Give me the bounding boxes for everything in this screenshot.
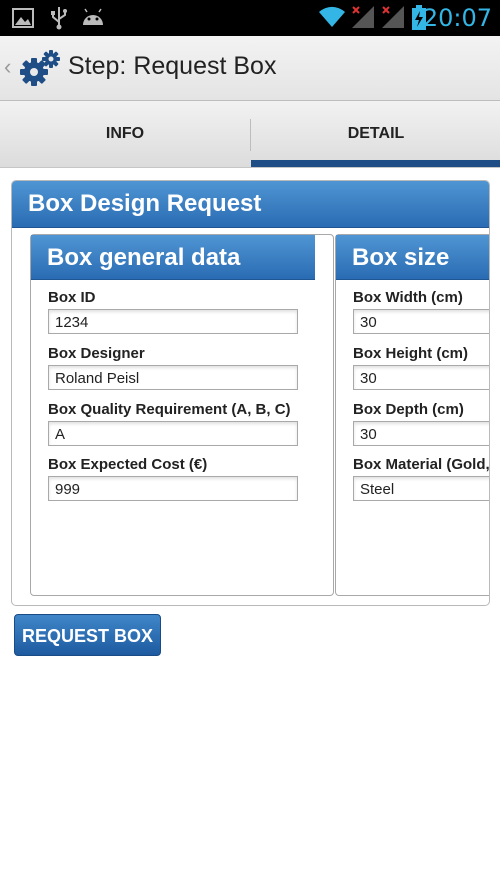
box-id-field-group: Box ID 1234 xyxy=(48,287,298,334)
section-title: Box size xyxy=(336,235,489,280)
wifi-icon xyxy=(319,6,345,27)
page-title: Step: Request Box xyxy=(68,52,277,80)
field-label: Box Material (Gold, xyxy=(353,456,490,473)
status-bar: 20:07 xyxy=(0,0,500,36)
usb-icon xyxy=(51,7,67,30)
box-material-input[interactable]: Steel xyxy=(353,476,489,501)
box-depth-field-group: Box Depth (cm) 30 xyxy=(353,399,489,446)
box-designer-field-group: Box Designer Roland Peisl xyxy=(48,343,298,390)
field-label: Box Height (cm) xyxy=(353,345,469,362)
box-depth-input[interactable]: 30 xyxy=(353,421,489,446)
gears-icon[interactable] xyxy=(18,48,62,88)
action-bar: ‹ Step: Request Box xyxy=(0,36,500,101)
field-label: Box Designer xyxy=(48,345,145,362)
signal-icon xyxy=(352,6,374,28)
box-expected-cost-input[interactable]: 999 xyxy=(48,476,298,501)
section-title: Box general data xyxy=(31,235,315,280)
box-size-section: Box size Box Width (cm) 30 Box Height (c… xyxy=(335,234,490,596)
box-design-request-panel: Box Design Request Box general data Box … xyxy=(11,180,490,606)
request-box-button[interactable]: REQUEST BOX xyxy=(14,614,161,656)
box-height-input[interactable]: 30 xyxy=(353,365,489,390)
box-quality-field-group: Box Quality Requirement (A, B, C) A xyxy=(48,399,298,446)
box-width-input[interactable]: 30 xyxy=(353,309,489,334)
field-label: Box Depth (cm) xyxy=(353,401,464,418)
field-label: Box Expected Cost (€) xyxy=(48,456,208,473)
signal-icon xyxy=(382,6,404,28)
box-id-input[interactable]: 1234 xyxy=(48,309,298,334)
tab-info[interactable]: INFO xyxy=(0,101,250,167)
box-height-field-group: Box Height (cm) 30 xyxy=(353,343,489,390)
box-width-field-group: Box Width (cm) 30 xyxy=(353,287,489,334)
box-material-field-group: Box Material (Gold, Steel xyxy=(353,454,490,501)
selected-tab-indicator xyxy=(251,160,500,167)
tab-detail[interactable]: DETAIL xyxy=(251,101,500,167)
android-icon xyxy=(83,8,103,25)
field-label: Box ID xyxy=(48,289,96,306)
clock: 20:07 xyxy=(422,4,492,32)
field-label: Box Quality Requirement (A, B, C) xyxy=(48,401,291,418)
box-designer-input[interactable]: Roland Peisl xyxy=(48,365,298,390)
tab-bar: INFO DETAIL xyxy=(0,101,500,168)
up-navigation-chevron-icon[interactable]: ‹ xyxy=(4,54,11,80)
field-label: Box Width (cm) xyxy=(353,289,463,306)
box-expected-cost-field-group: Box Expected Cost (€) 999 xyxy=(48,454,298,501)
box-general-data-section: Box general data Box ID 1234 Box Designe… xyxy=(30,234,334,596)
image-icon xyxy=(12,8,34,28)
panel-title: Box Design Request xyxy=(12,181,489,228)
box-quality-input[interactable]: A xyxy=(48,421,298,446)
